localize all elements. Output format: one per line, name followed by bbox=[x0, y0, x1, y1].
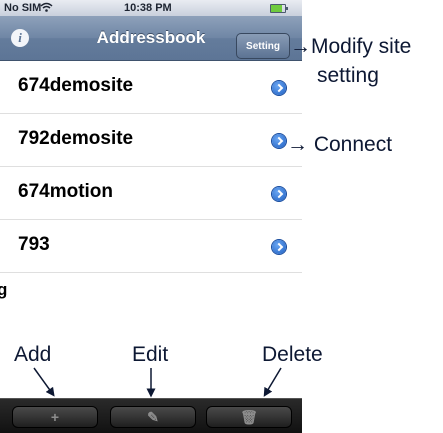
add-arrow bbox=[33, 367, 55, 397]
delete-arrow bbox=[263, 367, 282, 397]
annotation-arrows bbox=[33, 367, 282, 398]
